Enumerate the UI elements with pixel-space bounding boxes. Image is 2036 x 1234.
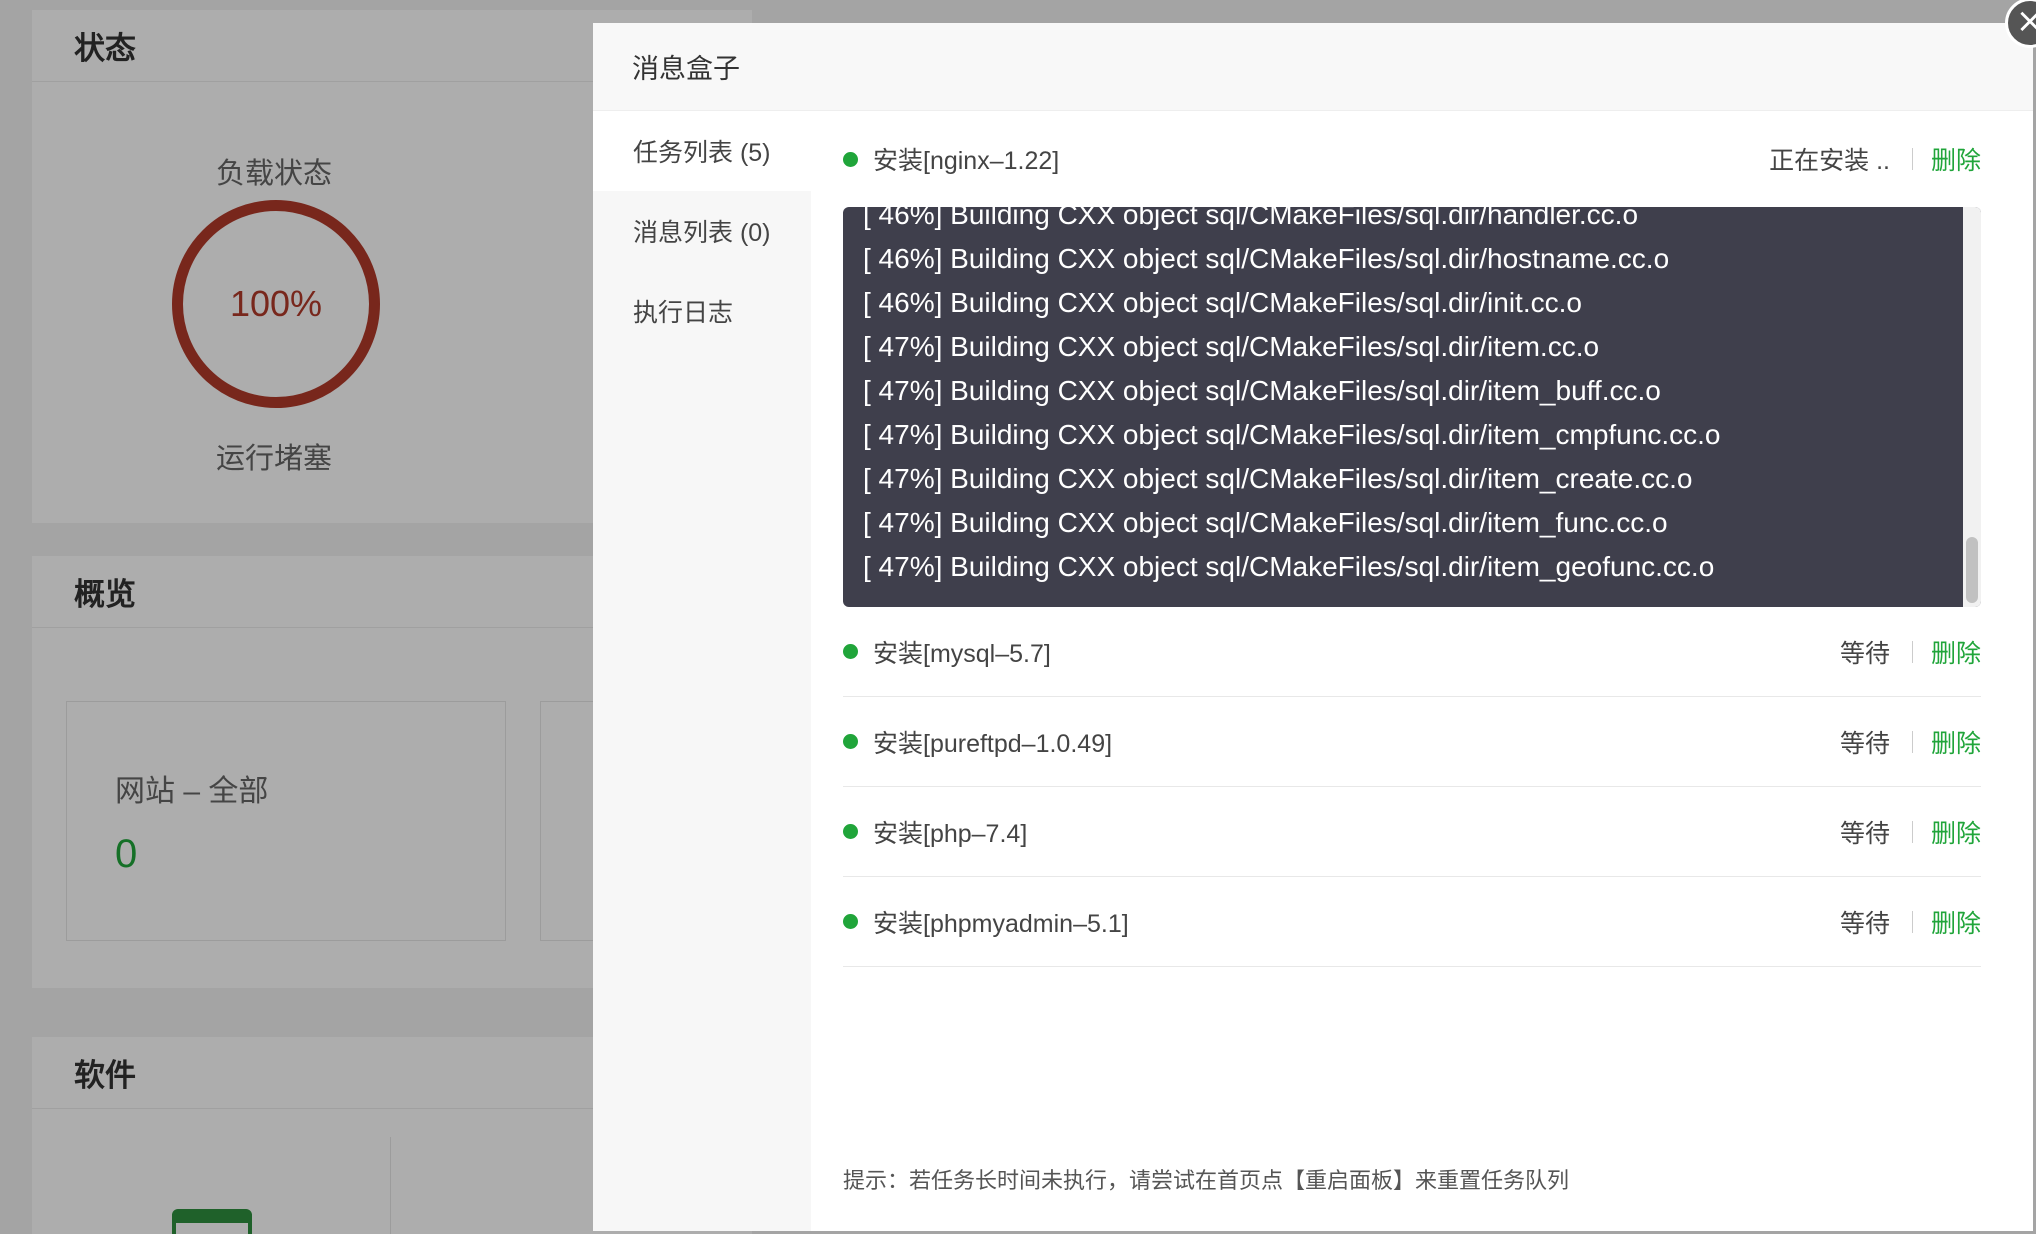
delete-button[interactable]: 删除: [1931, 141, 1981, 177]
task-name: 安装[phpmyadmin–5.1]: [873, 909, 1129, 938]
log-line: [ 47%] Building CXX object sql/CMakeFile…: [863, 375, 1661, 406]
message-box-modal: 消息盒子 任务列表 (5) 消息列表 (0) 执行日志 安装[nginx–1.2…: [593, 23, 2033, 1231]
tab-exec-log[interactable]: 执行日志: [593, 271, 811, 351]
task-status: 等待: [1839, 639, 1890, 668]
status-dot: [843, 914, 858, 929]
task-row: 安装[nginx–1.22] 正在安装 .. 删除: [843, 111, 1981, 207]
log-lines: [ 46%] Building CXX object sql/CMakeFile…: [863, 207, 1951, 589]
task-name: 安装[mysql–5.7]: [873, 639, 1051, 668]
task-row: 安装[mysql–5.7] 等待 删除: [843, 607, 1981, 697]
delete-button[interactable]: 删除: [1931, 904, 1981, 940]
task-name: 安装[pureftpd–1.0.49]: [873, 729, 1113, 758]
task-status: 等待: [1839, 729, 1890, 758]
tab-task-list[interactable]: 任务列表 (5): [593, 111, 811, 191]
task-row: 安装[phpmyadmin–5.1] 等待 删除: [843, 877, 1981, 967]
delete-button[interactable]: 删除: [1931, 724, 1981, 760]
log-line: [ 46%] Building CXX object sql/CMakeFile…: [863, 207, 1639, 230]
modal-sidebar: 任务列表 (5) 消息列表 (0) 执行日志: [593, 111, 811, 1231]
log-line: [ 46%] Building CXX object sql/CMakeFile…: [863, 287, 1582, 318]
task-list: 安装[nginx–1.22] 正在安装 .. 删除 [ 46%] Buildin…: [843, 111, 1981, 1231]
task-row: 安装[pureftpd–1.0.49] 等待 删除: [843, 697, 1981, 787]
task-name: 安装[php–7.4]: [873, 819, 1028, 848]
tab-message-list[interactable]: 消息列表 (0): [593, 191, 811, 271]
delete-button[interactable]: 删除: [1931, 634, 1981, 670]
task-name: 安装[nginx–1.22]: [873, 147, 1060, 175]
log-scrollbar-thumb[interactable]: [1966, 537, 1978, 603]
delete-button[interactable]: 删除: [1931, 814, 1981, 850]
log-line: [ 47%] Building CXX object sql/CMakeFile…: [863, 463, 1693, 494]
status-dot: [843, 824, 858, 839]
status-dot: [843, 734, 858, 749]
install-log[interactable]: [ 46%] Building CXX object sql/CMakeFile…: [843, 207, 1981, 607]
log-line: [ 47%] Building CXX object sql/CMakeFile…: [863, 419, 1721, 450]
log-line: [ 47%] Building CXX object sql/CMakeFile…: [863, 331, 1600, 362]
log-scrollbar[interactable]: [1963, 207, 1981, 607]
status-dot: [843, 151, 858, 167]
modal-title: 消息盒子: [632, 54, 740, 84]
task-row: 安装[php–7.4] 等待 删除: [843, 787, 1981, 877]
log-line: [ 47%] Building CXX object sql/CMakeFile…: [863, 507, 1668, 538]
log-line: [ 46%] Building CXX object sql/CMakeFile…: [863, 243, 1670, 274]
hint-text: 提示：若任务长时间未执行，请尝试在首页点【重启面板】来重置任务队列: [843, 1168, 1570, 1193]
task-status: 正在安装 ..: [1769, 147, 1890, 175]
status-dot: [843, 644, 858, 659]
log-line: [ 47%] Building CXX object sql/CMakeFile…: [863, 551, 1715, 582]
task-status: 等待: [1839, 909, 1890, 938]
task-status: 等待: [1839, 819, 1890, 848]
